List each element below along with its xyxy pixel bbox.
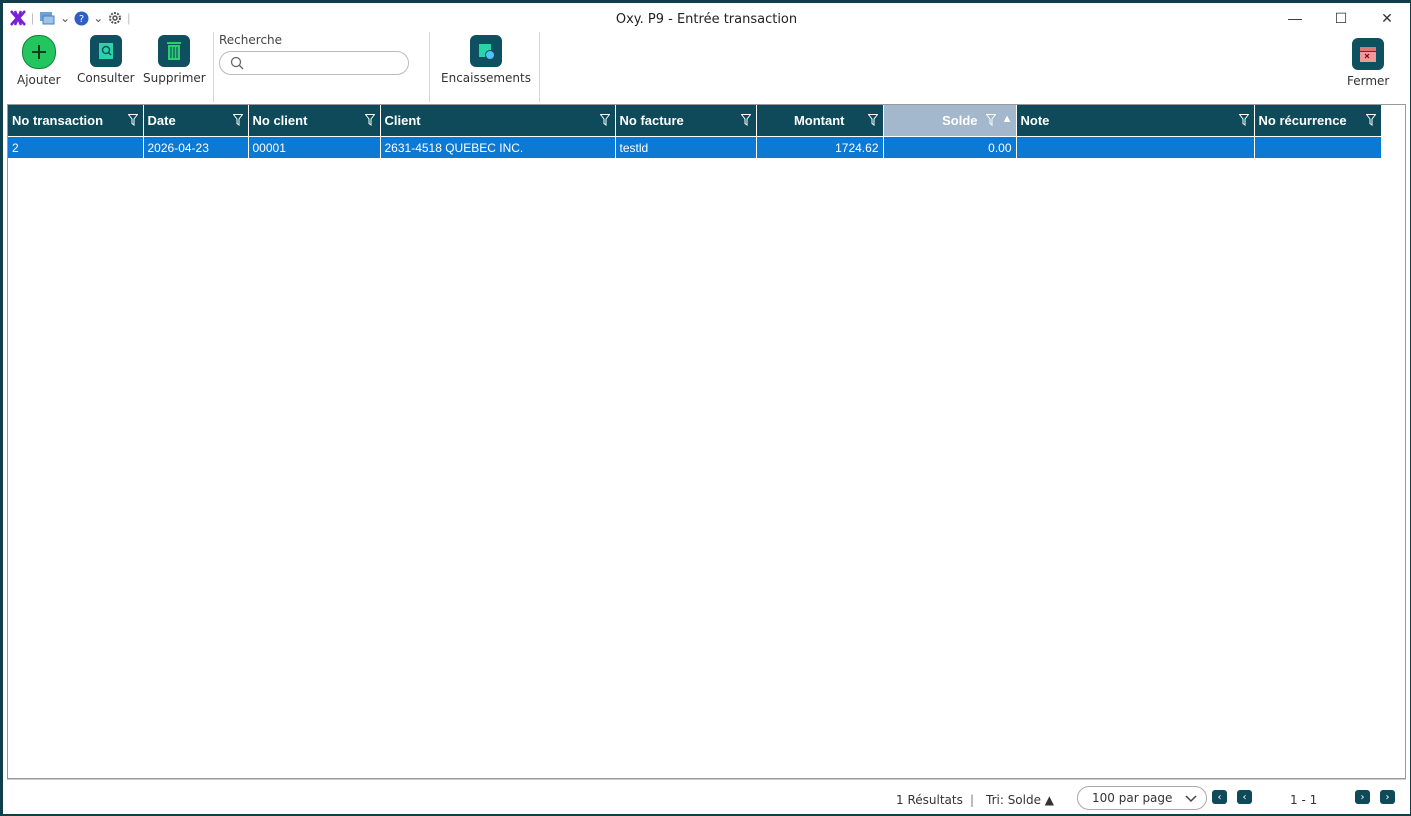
separator bbox=[213, 32, 214, 102]
footer-divider: | bbox=[970, 793, 975, 807]
cell-no-recurrence[interactable] bbox=[1254, 136, 1382, 158]
transactions-grid: No transaction Date No client Client No … bbox=[7, 104, 1406, 779]
filter-icon[interactable] bbox=[364, 114, 375, 126]
filter-icon[interactable] bbox=[740, 114, 751, 126]
receipts-label: Encaissements bbox=[441, 71, 531, 85]
prev-page-button[interactable]: ‹ bbox=[1237, 790, 1252, 804]
last-page-button[interactable]: › bbox=[1380, 790, 1395, 804]
page-range: 1 - 1 bbox=[1290, 793, 1318, 807]
filter-icon[interactable] bbox=[599, 114, 610, 126]
search-box bbox=[219, 51, 409, 75]
window-controls: — ☐ ✕ bbox=[1272, 3, 1410, 33]
view-button[interactable]: Consulter bbox=[77, 35, 135, 85]
column-header-solde[interactable]: Solde ▲ bbox=[883, 105, 1017, 137]
search-icon bbox=[230, 56, 244, 70]
per-page-select[interactable]: 100 par page bbox=[1077, 786, 1207, 810]
column-header-note[interactable]: Note bbox=[1016, 105, 1255, 137]
filter-icon[interactable] bbox=[232, 114, 243, 126]
first-page-button[interactable]: ‹ bbox=[1212, 790, 1227, 804]
add-label: Ajouter bbox=[17, 73, 61, 87]
column-header-date[interactable]: Date bbox=[143, 105, 249, 137]
search-label: Recherche bbox=[219, 33, 283, 47]
maximize-button[interactable]: ☐ bbox=[1318, 3, 1364, 33]
column-header-montant[interactable]: Montant bbox=[756, 105, 884, 137]
results-count: 1 Résultats bbox=[896, 793, 963, 807]
cell-note[interactable] bbox=[1016, 136, 1255, 158]
chevron-down-icon bbox=[1185, 795, 1197, 803]
title-bar: | ⌄ ? ⌄ | Oxy. P9 - Entrée transaction —… bbox=[3, 3, 1410, 33]
close-label: Fermer bbox=[1347, 74, 1390, 88]
cell-client[interactable]: 2631-4518 QUEBEC INC. bbox=[380, 136, 616, 158]
receipts-button[interactable]: Encaissements bbox=[441, 35, 531, 85]
delete-button[interactable]: Supprimer bbox=[143, 35, 206, 85]
column-header-no-client[interactable]: No client bbox=[248, 105, 381, 137]
cell-no-client[interactable]: 00001 bbox=[248, 136, 381, 158]
cell-no-facture[interactable]: testld bbox=[615, 136, 757, 158]
search-input[interactable] bbox=[250, 54, 404, 72]
column-header-no-recurrence[interactable]: No récurrence bbox=[1254, 105, 1382, 137]
app-window: | ⌄ ? ⌄ | Oxy. P9 - Entrée transaction —… bbox=[2, 2, 1411, 815]
receipts-icon bbox=[470, 35, 502, 67]
ribbon-toolbar: Ajouter Consulter Supprimer Recherche En… bbox=[3, 30, 1410, 104]
filter-icon[interactable] bbox=[867, 114, 878, 126]
cell-solde[interactable]: 0.00 bbox=[883, 136, 1017, 158]
window-title: Oxy. P9 - Entrée transaction bbox=[615, 12, 798, 27]
header-row: No transaction Date No client Client No … bbox=[8, 105, 1382, 137]
cell-no-transaction[interactable]: 2 bbox=[8, 136, 144, 158]
next-page-button[interactable]: › bbox=[1355, 790, 1370, 804]
filter-icon[interactable] bbox=[1365, 114, 1376, 126]
column-header-client[interactable]: Client bbox=[380, 105, 616, 137]
sort-ascending-icon: ▲ bbox=[1001, 113, 1013, 125]
separator bbox=[429, 32, 430, 102]
add-button[interactable]: Ajouter bbox=[17, 35, 61, 87]
cell-date[interactable]: 2026-04-23 bbox=[143, 136, 249, 158]
filter-icon[interactable] bbox=[127, 114, 138, 126]
minimize-button[interactable]: — bbox=[1272, 3, 1318, 33]
per-page-value: 100 par page bbox=[1092, 791, 1173, 805]
column-header-no-transaction[interactable]: No transaction bbox=[8, 105, 144, 137]
view-icon bbox=[89, 35, 122, 67]
column-header-no-facture[interactable]: No facture bbox=[615, 105, 757, 137]
close-window-button[interactable]: ✕ bbox=[1364, 3, 1410, 33]
close-button[interactable]: Fermer bbox=[1347, 38, 1389, 88]
view-label: Consulter bbox=[77, 71, 135, 85]
close-icon bbox=[1352, 38, 1385, 70]
transactions-table: No transaction Date No client Client No … bbox=[8, 105, 1382, 158]
add-icon bbox=[21, 35, 56, 69]
delete-icon bbox=[158, 35, 191, 67]
cell-montant[interactable]: 1724.62 bbox=[756, 136, 884, 158]
sort-indicator: Tri: Solde ▲ bbox=[986, 793, 1055, 807]
delete-label: Supprimer bbox=[143, 71, 206, 85]
status-footer: 1 Résultats | Tri: Solde ▲ 100 par page … bbox=[7, 779, 1406, 812]
table-row[interactable]: 2 2026-04-23 00001 2631-4518 QUEBEC INC.… bbox=[8, 136, 1382, 158]
filter-icon[interactable] bbox=[1238, 114, 1249, 126]
separator bbox=[539, 32, 540, 102]
filter-icon[interactable] bbox=[985, 114, 996, 126]
